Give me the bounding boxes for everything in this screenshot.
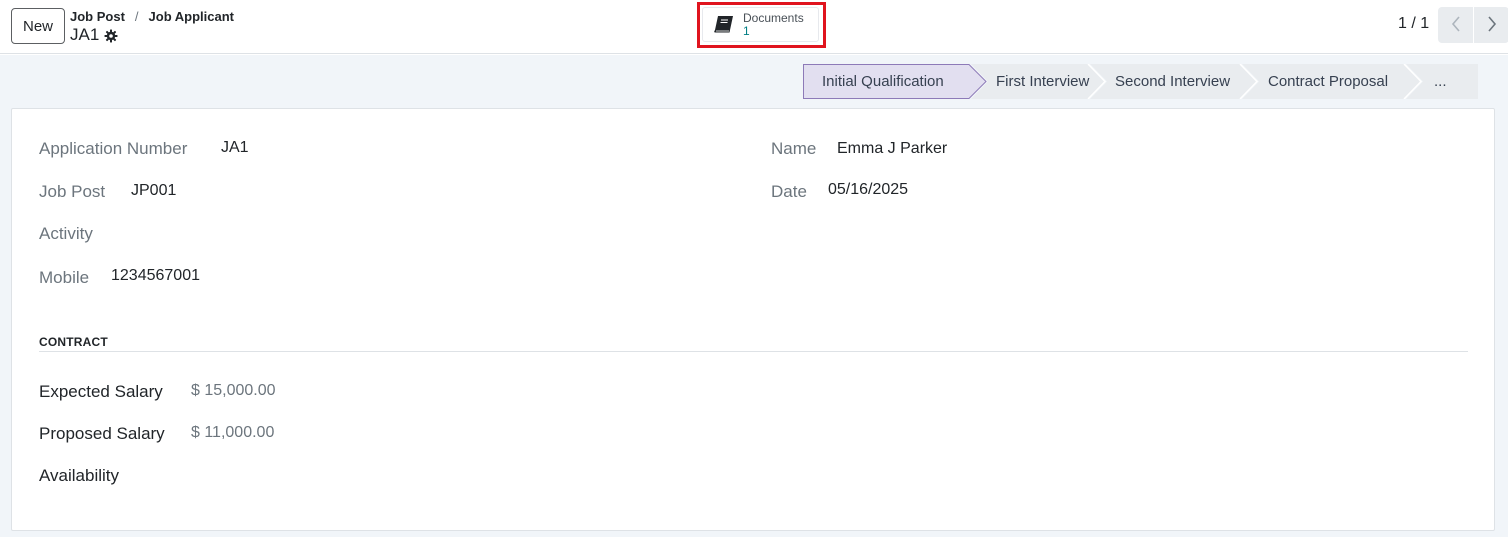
control-panel: New Job Post / Job Applicant JA1 Documen… [0,0,1508,54]
pager-next-button[interactable] [1474,7,1508,43]
stage-label: Second Interview [1115,73,1231,90]
stage-more[interactable]: ... [1406,64,1478,99]
gear-icon[interactable] [104,28,118,43]
new-button[interactable]: New [11,8,65,44]
date-label: Date [771,182,807,201]
proposed-salary-value[interactable]: $ 11,000.00 [191,424,274,442]
breadcrumb-separator: / [134,8,139,24]
expected-salary-label: Expected Salary [39,382,163,401]
book-icon [713,15,735,35]
mobile-label: Mobile [39,268,90,287]
documents-smart-button[interactable]: Documents 1 [702,7,819,42]
stage-second-interview[interactable]: Second Interview [1090,64,1259,99]
record-title: JA1 [70,24,118,46]
job-post-value[interactable]: JP001 [131,182,176,200]
stage-label: Initial Qualification [822,73,944,90]
documents-label: Documents [743,10,804,25]
activity-label: Activity [39,224,93,243]
contract-section-title: CONTRACT [39,335,108,349]
availability-label: Availability [39,466,120,485]
breadcrumb-job-applicant[interactable]: Job Applicant [149,9,234,24]
mobile-value[interactable]: 1234567001 [111,267,200,285]
pager-value[interactable]: 1 / 1 [1398,15,1429,33]
job-post-label: Job Post [39,182,106,201]
stage-label: ... [1434,73,1447,90]
stage-label: First Interview [996,73,1090,90]
stage-contract-proposal[interactable]: Contract Proposal [1242,64,1423,99]
stage-first-interview[interactable]: First Interview [971,64,1107,99]
statusbar: Initial Qualification First Interview Se… [803,64,1478,99]
breadcrumb-job-post[interactable]: Job Post [70,9,125,24]
date-value[interactable]: 05/16/2025 [828,181,908,199]
record-name: JA1 [70,25,100,44]
proposed-salary-label: Proposed Salary [39,424,165,443]
stage-label: Contract Proposal [1268,73,1389,90]
expected-salary-value[interactable]: $ 15,000.00 [191,382,276,400]
name-value[interactable]: Emma J Parker [837,140,947,158]
application-number-label: Application Number [39,139,188,158]
form-sheet: Application Number JA1 Job Post JP001 Ac… [11,108,1495,531]
section-divider [39,351,1468,352]
chevron-left-icon [1451,15,1461,35]
stage-initial-qualification[interactable]: Initial Qualification [803,64,988,99]
pager-previous-button[interactable] [1438,7,1473,43]
documents-count: 1 [743,23,750,38]
breadcrumb: Job Post / Job Applicant [70,8,234,24]
chevron-right-icon [1487,15,1497,35]
application-number-value[interactable]: JA1 [221,139,249,157]
name-label: Name [771,139,817,158]
